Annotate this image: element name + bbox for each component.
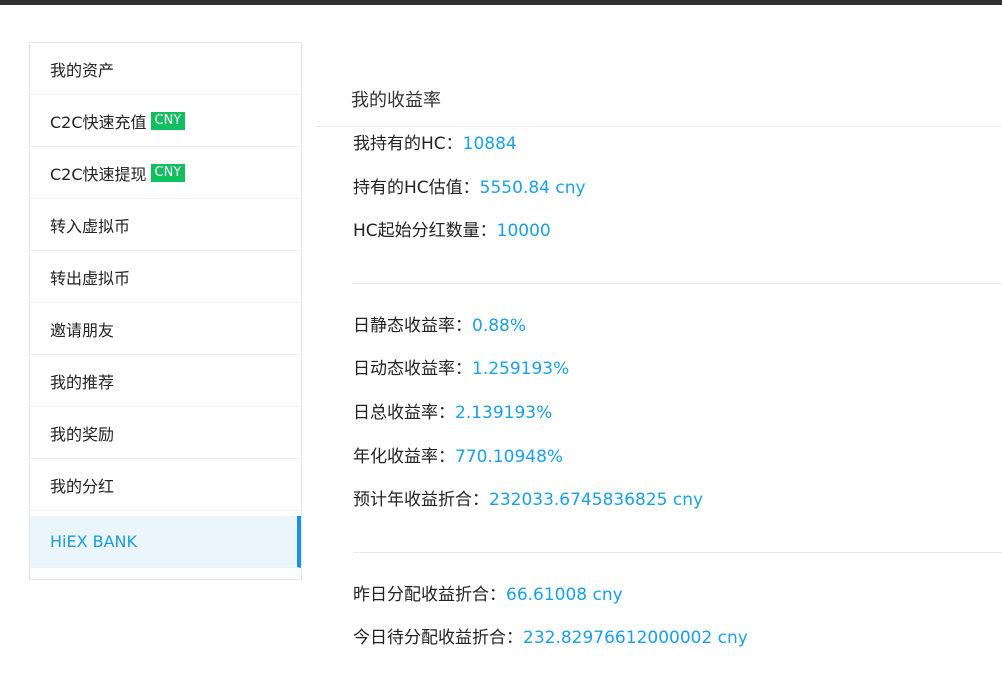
projected-annual-label: 预计年收益折合： bbox=[353, 490, 489, 510]
projected-annual-row: 预计年收益折合：232033.6745836825 cny bbox=[353, 489, 703, 511]
section-divider bbox=[353, 283, 1002, 284]
top-bar bbox=[0, 0, 1002, 5]
hc-held-value: 10884 bbox=[462, 134, 517, 154]
yesterday-distribution-value: 66.61008 cny bbox=[506, 585, 623, 605]
today-pending-label: 今日待分配收益折合： bbox=[353, 628, 523, 648]
annual-rate-label: 年化收益率： bbox=[353, 447, 455, 467]
page-title: 我的收益率 bbox=[351, 90, 441, 111]
sidebar-item-my-dividends[interactable]: 我的分红 bbox=[30, 459, 301, 511]
cny-badge: CNY bbox=[150, 111, 186, 130]
hc-held-label: 我持有的HC： bbox=[353, 134, 463, 154]
hc-min-row: HC起始分红数量：10000 bbox=[353, 220, 551, 242]
daily-static-row: 日静态收益率：0.88% bbox=[353, 315, 526, 337]
sidebar-item-label: 我的分红 bbox=[50, 476, 115, 496]
annual-rate-value: 770.10948% bbox=[455, 447, 564, 467]
sidebar-item-c2c-deposit[interactable]: C2C快速充值 CNY bbox=[30, 95, 301, 147]
daily-total-label: 日总收益率： bbox=[353, 403, 455, 423]
yesterday-distribution-row: 昨日分配收益折合：66.61008 cny bbox=[353, 584, 623, 606]
hc-min-value: 10000 bbox=[496, 221, 551, 241]
daily-static-value: 0.88% bbox=[472, 316, 527, 336]
sidebar-item-label: 转出虚拟币 bbox=[50, 268, 131, 288]
hc-held-row: 我持有的HC：10884 bbox=[353, 133, 517, 155]
sidebar-item-label: 我的奖励 bbox=[50, 424, 115, 444]
cny-badge: CNY bbox=[150, 163, 186, 182]
sidebar-item-label: C2C快速提现 bbox=[50, 164, 147, 184]
sidebar-item-invite-friends[interactable]: 邀请朋友 bbox=[30, 303, 301, 355]
sidebar-item-transfer-out[interactable]: 转出虚拟币 bbox=[30, 251, 301, 303]
sidebar-nav: 我的资产 C2C快速充值 CNY C2C快速提现 CNY 转入虚拟币 转出虚拟币… bbox=[29, 42, 302, 580]
daily-static-label: 日静态收益率： bbox=[353, 316, 472, 336]
hc-value-value: 5550.84 cny bbox=[479, 178, 586, 198]
daily-dynamic-value: 1.259193% bbox=[472, 359, 570, 379]
section-divider bbox=[353, 552, 1002, 553]
daily-total-value: 2.139193% bbox=[455, 403, 553, 423]
sidebar-item-label: 转入虚拟币 bbox=[50, 216, 131, 236]
sidebar-item-c2c-withdraw[interactable]: C2C快速提现 CNY bbox=[30, 147, 301, 199]
sidebar-item-my-rewards[interactable]: 我的奖励 bbox=[30, 407, 301, 459]
today-pending-row: 今日待分配收益折合：232.82976612000002 cny bbox=[353, 627, 748, 649]
sidebar-item-my-referrals[interactable]: 我的推荐 bbox=[30, 355, 301, 407]
sidebar-item-label: 我的推荐 bbox=[50, 372, 115, 392]
hc-value-label: 持有的HC估值： bbox=[353, 178, 480, 198]
projected-annual-value: 232033.6745836825 cny bbox=[489, 490, 704, 510]
daily-total-row: 日总收益率：2.139193% bbox=[353, 402, 552, 424]
sidebar-item-label: 邀请朋友 bbox=[50, 320, 115, 340]
sidebar-item-label: 我的资产 bbox=[50, 60, 115, 80]
annual-rate-row: 年化收益率：770.10948% bbox=[353, 446, 563, 468]
sidebar-item-label: HiEX BANK bbox=[50, 532, 138, 551]
title-divider bbox=[315, 126, 1002, 127]
hc-min-label: HC起始分红数量： bbox=[353, 221, 497, 241]
hc-value-row: 持有的HC估值：5550.84 cny bbox=[353, 177, 586, 199]
yesterday-distribution-label: 昨日分配收益折合： bbox=[353, 585, 506, 605]
sidebar-item-my-assets[interactable]: 我的资产 bbox=[30, 43, 301, 95]
daily-dynamic-row: 日动态收益率：1.259193% bbox=[353, 358, 569, 380]
sidebar-item-transfer-in[interactable]: 转入虚拟币 bbox=[30, 199, 301, 251]
sidebar-item-hiex-bank[interactable]: HiEX BANK bbox=[30, 516, 301, 568]
today-pending-value: 232.82976612000002 cny bbox=[523, 628, 748, 648]
sidebar-item-label: C2C快速充值 bbox=[50, 112, 147, 132]
daily-dynamic-label: 日动态收益率： bbox=[353, 359, 472, 379]
